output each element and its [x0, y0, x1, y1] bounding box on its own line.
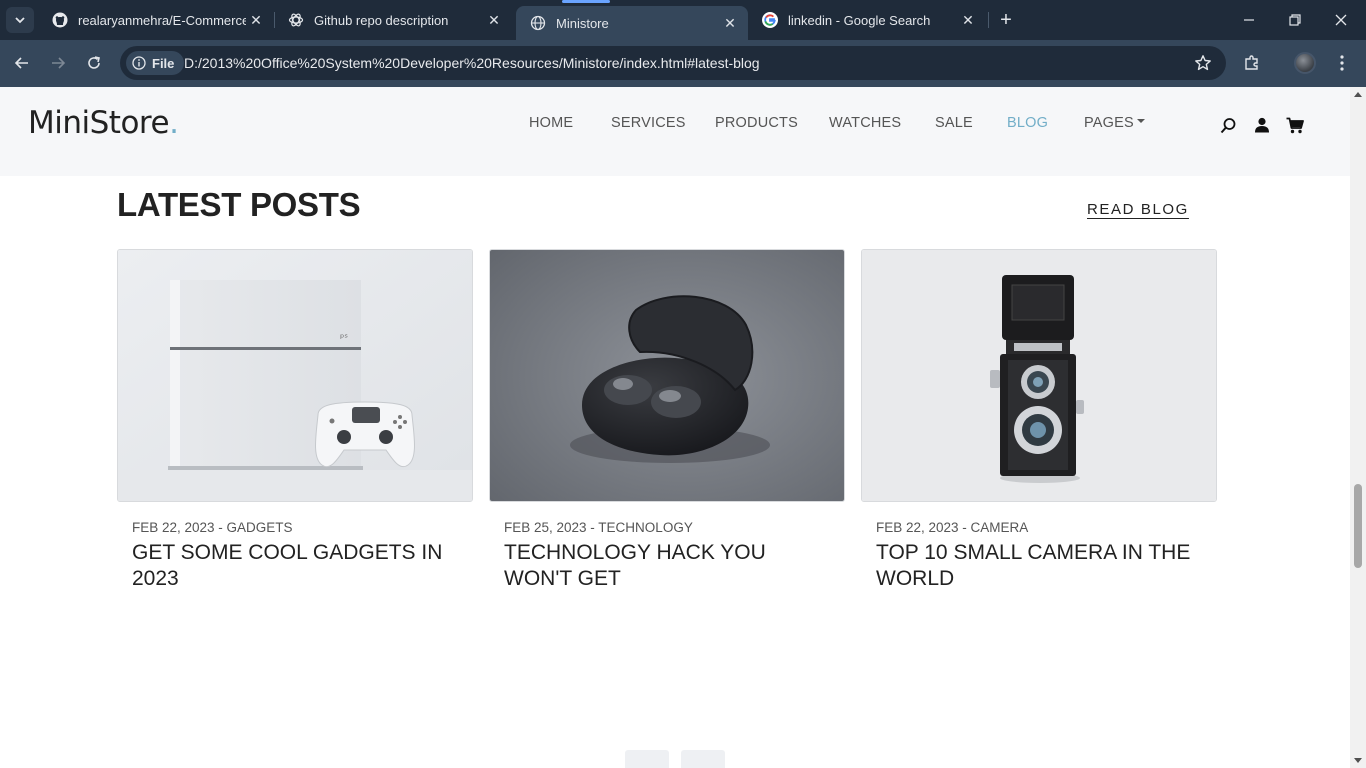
plus-icon: +: [1000, 8, 1012, 31]
tab-title: realaryanmehra/E-Commerce-W: [78, 12, 246, 28]
restore-icon: [1289, 14, 1301, 26]
nav-pages-dropdown[interactable]: PAGES: [1084, 115, 1145, 131]
read-blog-link[interactable]: READ BLOG: [1087, 201, 1189, 218]
restore-button[interactable]: [1272, 0, 1318, 40]
post-meta: FEB 22, 2023 - CAMERA: [876, 520, 1029, 535]
globe-icon: [530, 15, 546, 31]
github-icon: [52, 12, 68, 28]
tab-title: Ministore: [556, 15, 609, 31]
blog-post-card[interactable]: FEB 22, 2023 - CAMERA TOP 10 SMALL CAMER…: [861, 249, 1217, 590]
tab-strip: realaryanmehra/E-Commerce-W ✕ Github rep…: [0, 0, 1366, 40]
close-tab-icon[interactable]: ✕: [958, 10, 978, 30]
camera-image[interactable]: [861, 249, 1217, 502]
file-chip-label: File: [152, 55, 175, 71]
caret-down-icon: [1136, 119, 1145, 124]
minimize-button[interactable]: [1226, 0, 1272, 40]
carousel-next-button[interactable]: [681, 750, 725, 768]
cart-icon[interactable]: [1286, 116, 1304, 134]
new-tab-button[interactable]: +: [994, 8, 1018, 32]
nav-services[interactable]: SERVICES: [611, 115, 686, 131]
chevron-down-icon: [15, 17, 25, 24]
game-console-image[interactable]: ᵖˢ: [117, 249, 473, 502]
address-bar[interactable]: File D:/2013%20Office%20System%20Develop…: [120, 46, 1226, 80]
user-icon[interactable]: [1253, 116, 1271, 134]
tab-title: Github repo description: [314, 12, 449, 28]
tab-github-repo-description[interactable]: Github repo description ✕: [274, 0, 512, 40]
nav-home[interactable]: HOME: [529, 115, 573, 131]
nav-watches[interactable]: WATCHES: [829, 115, 901, 131]
arrow-left-icon: [14, 57, 28, 69]
page-scrollbar[interactable]: [1350, 87, 1366, 768]
tab-ministore[interactable]: Ministore ✕: [516, 0, 748, 40]
back-button[interactable]: [8, 49, 36, 77]
extensions-button[interactable]: [1241, 52, 1263, 74]
nav-products[interactable]: PRODUCTS: [715, 115, 798, 131]
post-meta: FEB 22, 2023 - GADGETS: [132, 520, 293, 535]
info-icon: [132, 56, 146, 70]
active-tab-indicator: [562, 0, 610, 3]
arrow-right-icon: [52, 57, 66, 69]
reload-icon: [88, 56, 100, 69]
menu-button[interactable]: [1331, 52, 1353, 74]
nav-sale[interactable]: SALE: [935, 115, 973, 131]
forward-button[interactable]: [44, 49, 72, 77]
post-title[interactable]: TECHNOLOGY HACK YOU WON'T GET: [504, 540, 834, 592]
tab-search-button[interactable]: [6, 7, 34, 33]
url-text[interactable]: D:/2013%20Office%20System%20Developer%20…: [184, 46, 760, 80]
nav-pages-label: PAGES: [1084, 115, 1134, 131]
close-tab-icon[interactable]: ✕: [246, 10, 266, 30]
scroll-up-arrow-icon[interactable]: [1354, 92, 1362, 97]
scrollbar-thumb[interactable]: [1354, 484, 1362, 568]
site-logo[interactable]: MiniStore.: [28, 105, 179, 141]
tab-divider: [988, 12, 989, 28]
search-icon[interactable]: [1219, 116, 1237, 134]
close-tab-icon[interactable]: ✕: [484, 10, 504, 30]
profile-avatar[interactable]: [1294, 52, 1316, 74]
post-title[interactable]: GET SOME COOL GADGETS IN 2023: [132, 540, 462, 592]
scroll-down-arrow-icon[interactable]: [1354, 758, 1362, 763]
blog-post-card[interactable]: FEB 25, 2023 - TECHNOLOGY TECHNOLOGY HAC…: [489, 249, 845, 590]
chatgpt-icon: [288, 12, 304, 28]
tab-title: linkedin - Google Search: [788, 12, 931, 28]
tab-linkedin-search[interactable]: linkedin - Google Search ✕: [748, 0, 986, 40]
close-icon: [1335, 14, 1347, 26]
latest-posts-heading: LATEST POSTS: [117, 186, 361, 223]
nav-blog[interactable]: BLOG: [1007, 115, 1048, 131]
reload-button[interactable]: [80, 49, 108, 77]
close-tab-icon[interactable]: ✕: [720, 13, 740, 33]
page-viewport: MiniStore. HOME SERVICES PRODUCTS WATCHE…: [0, 87, 1350, 768]
google-icon: [762, 12, 778, 28]
svg-text:ᵖˢ: ᵖˢ: [340, 333, 348, 344]
kebab-menu-icon: [1340, 55, 1344, 71]
blog-post-card[interactable]: ᵖˢ FEB 22, 2023 - GADGETS GET SOME COOL …: [117, 249, 473, 590]
site-info-chip[interactable]: File: [126, 51, 185, 75]
minimize-icon: [1244, 19, 1254, 21]
site-header: MiniStore. HOME SERVICES PRODUCTS WATCHE…: [0, 87, 1350, 176]
close-window-button[interactable]: [1318, 0, 1364, 40]
browser-toolbar: File D:/2013%20Office%20System%20Develop…: [0, 40, 1366, 87]
puzzle-icon: [1245, 55, 1258, 70]
bookmark-star-icon[interactable]: [1194, 54, 1212, 77]
earbuds-image[interactable]: [489, 249, 845, 502]
carousel-prev-button[interactable]: [625, 750, 669, 768]
post-meta: FEB 25, 2023 - TECHNOLOGY: [504, 520, 693, 535]
post-title[interactable]: TOP 10 SMALL CAMERA IN THE WORLD: [876, 540, 1206, 592]
tab-github[interactable]: realaryanmehra/E-Commerce-W ✕: [38, 0, 274, 40]
